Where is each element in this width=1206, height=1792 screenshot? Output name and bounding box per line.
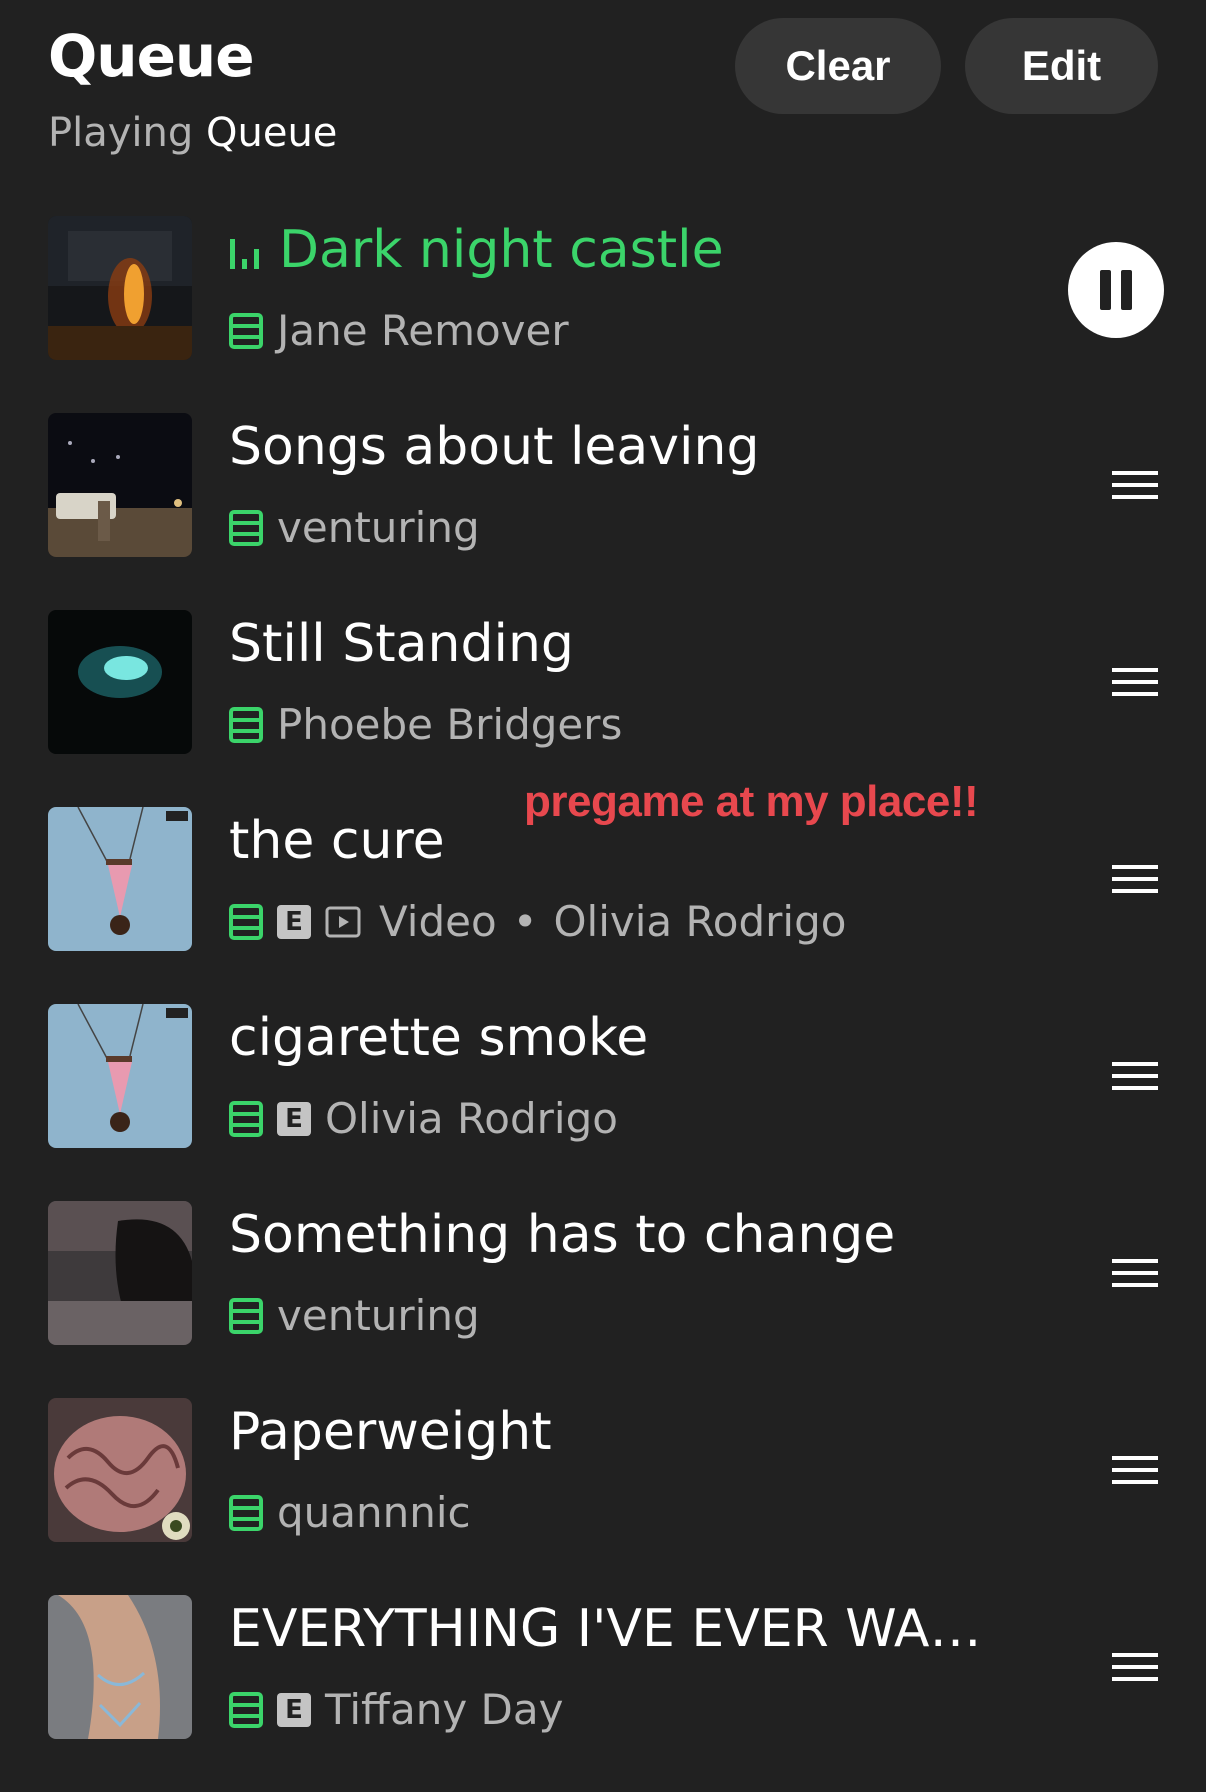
track-title: Still Standing: [229, 614, 574, 674]
queue-item[interactable]: Songs about leaving venturing: [0, 413, 1206, 610]
queue-item[interactable]: Dark night castle Jane Remover: [0, 216, 1206, 413]
track-artist: Phoebe Bridgers: [277, 700, 623, 749]
queue-item[interactable]: Something has to change venturing: [0, 1201, 1206, 1398]
pause-icon: [1100, 270, 1132, 310]
downloaded-icon: [229, 1297, 263, 1334]
album-art: [48, 807, 192, 951]
subtitle-prefix: Playing: [48, 110, 194, 156]
drag-handle-icon[interactable]: [1112, 469, 1158, 501]
track-meta: venturing: [229, 1291, 480, 1340]
drag-handle-icon[interactable]: [1112, 1257, 1158, 1289]
track-meta: E Video • Olivia Rodrigo: [229, 897, 846, 946]
drag-handle-icon[interactable]: [1112, 863, 1158, 895]
track-artist: Olivia Rodrigo: [325, 1094, 618, 1143]
meta-separator: •: [512, 897, 538, 946]
downloaded-icon: [229, 1100, 263, 1137]
downloaded-icon: [229, 706, 263, 743]
track-meta: Phoebe Bridgers: [229, 700, 622, 749]
track-title: cigarette smoke: [229, 1008, 649, 1068]
track-title: Dark night castle: [229, 220, 1009, 280]
track-meta: Jane Remover: [229, 306, 569, 355]
page-subtitle: Playing Queue: [48, 110, 337, 156]
album-art: [48, 1595, 192, 1739]
queue-item[interactable]: cigarette smoke E Olivia Rodrigo: [0, 1004, 1206, 1201]
edit-button[interactable]: Edit: [965, 18, 1158, 114]
album-art: [48, 216, 192, 360]
track-title: Paperweight: [229, 1402, 552, 1462]
drag-handle-icon[interactable]: [1112, 1651, 1158, 1683]
album-art: [48, 1398, 192, 1542]
queue-list: Dark night castle Jane Remover Songs abo…: [0, 216, 1206, 1792]
queue-header: Queue Playing Queue Clear Edit: [0, 0, 1206, 200]
video-icon: [325, 906, 361, 937]
downloaded-icon: [229, 509, 263, 546]
track-title: Songs about leaving: [229, 417, 760, 477]
drag-handle-icon[interactable]: [1112, 1454, 1158, 1486]
drag-handle-icon[interactable]: [1112, 666, 1158, 698]
track-artist: quannnic: [277, 1488, 471, 1537]
now-playing-bars-icon: [230, 239, 259, 269]
track-artist: Olivia Rodrigo: [553, 897, 847, 946]
queue-item[interactable]: the cure E Video • Olivia Rodrigo: [0, 807, 1206, 1004]
downloaded-icon: [229, 312, 263, 349]
track-artist: Jane Remover: [277, 306, 569, 355]
track-meta: E Olivia Rodrigo: [229, 1094, 618, 1143]
track-artist: venturing: [277, 1291, 480, 1340]
track-meta: venturing: [229, 503, 480, 552]
track-title-text: Dark night castle: [279, 220, 724, 280]
queue-item[interactable]: EVERYTHING I'VE EVER WAN... E Tiffany Da…: [0, 1595, 1206, 1792]
downloaded-icon: [229, 903, 263, 940]
track-meta: quannnic: [229, 1488, 471, 1537]
clear-button[interactable]: Clear: [735, 18, 941, 114]
drag-handle-icon[interactable]: [1112, 1060, 1158, 1092]
track-title: Something has to change: [229, 1205, 896, 1265]
queue-annotation: pregame at my place!!: [524, 777, 979, 826]
downloaded-icon: [229, 1494, 263, 1531]
track-title: EVERYTHING I'VE EVER WAN...: [229, 1599, 1009, 1659]
track-artist: Tiffany Day: [325, 1685, 564, 1734]
album-art: [48, 1004, 192, 1148]
explicit-badge: E: [277, 1101, 311, 1136]
album-art: [48, 413, 192, 557]
pause-button[interactable]: [1068, 242, 1164, 338]
page-title: Queue: [48, 22, 255, 90]
video-label: Video: [379, 897, 497, 946]
downloaded-icon: [229, 1691, 263, 1728]
explicit-badge: E: [277, 1692, 311, 1727]
explicit-badge: E: [277, 904, 311, 939]
track-artist: venturing: [277, 503, 480, 552]
queue-item[interactable]: Paperweight quannnic: [0, 1398, 1206, 1595]
track-meta: E Tiffany Day: [229, 1685, 563, 1734]
subtitle-queue-name: Queue: [206, 110, 338, 156]
album-art: [48, 610, 192, 754]
album-art: [48, 1201, 192, 1345]
